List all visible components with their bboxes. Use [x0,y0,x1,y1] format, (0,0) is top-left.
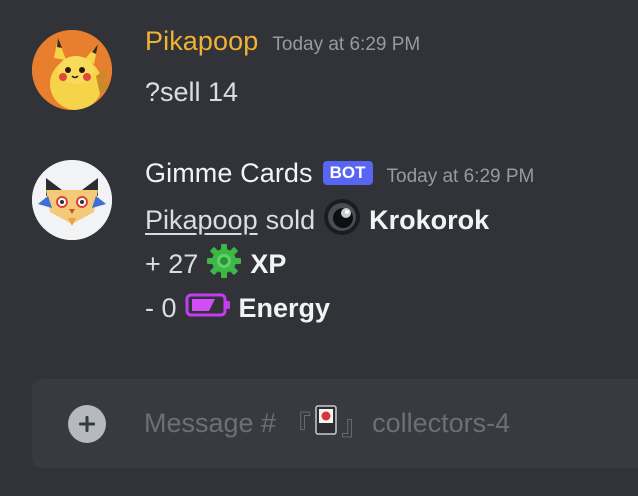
hanafuda-card-icon [315,404,337,442]
plus-circle-icon[interactable] [68,405,106,443]
energy-label: Energy [238,292,331,323]
message-content: Gimme Cards BOT Today at 6:29 PM Pikapoo… [145,156,628,330]
chat-window: Pikapoop Today at 6:29 PM ?sell 14 Gimme… [0,0,638,496]
green-gear-icon [206,243,242,286]
channel-bracket-open: 『 [284,410,312,441]
placeholder-prefix: Message # [144,407,277,438]
pikachu-avatar[interactable] [32,30,112,110]
sold-line: Pikapoop sold Krokorok [145,198,628,242]
message-header: Pikapoop Today at 6:29 PM [145,26,628,66]
message-content: Pikapoop Today at 6:29 PM ?sell 14 [145,26,628,114]
username[interactable]: Pikapoop [145,26,258,57]
xp-label: XP [250,248,287,279]
message-body: ?sell 14 [145,76,239,107]
sold-verb: sold [265,204,316,235]
pikachu-avatar-image [32,30,112,110]
bot-badge: BOT [322,161,373,185]
message-header: Gimme Cards BOT Today at 6:29 PM [145,158,628,198]
timestamp: Today at 6:29 PM [272,34,421,55]
cat-bot-avatar-image [32,160,112,240]
cat-bot-avatar[interactable] [32,160,112,240]
username[interactable]: Gimme Cards [145,158,313,189]
message-composer[interactable]: Message # 『 』 collectors-4 [32,379,638,468]
channel-bracket-close: 』 [341,410,369,441]
user-mention[interactable]: Pikapoop [145,205,258,236]
xp-line: + 27 XP [145,242,628,286]
channel-name: collectors-4 [372,407,511,438]
xp-amount: + 27 [145,248,199,279]
message-input-placeholder[interactable]: Message # 『 』 collectors-4 [144,401,510,445]
timestamp: Today at 6:29 PM [386,166,535,187]
dark-orb-icon [323,198,361,243]
energy-amount: - 0 [145,292,177,323]
battery-icon [185,292,231,325]
message-text: ?sell 14 [145,70,628,114]
energy-line: - 0 Energy [145,286,628,330]
card-name: Krokorok [369,204,490,235]
